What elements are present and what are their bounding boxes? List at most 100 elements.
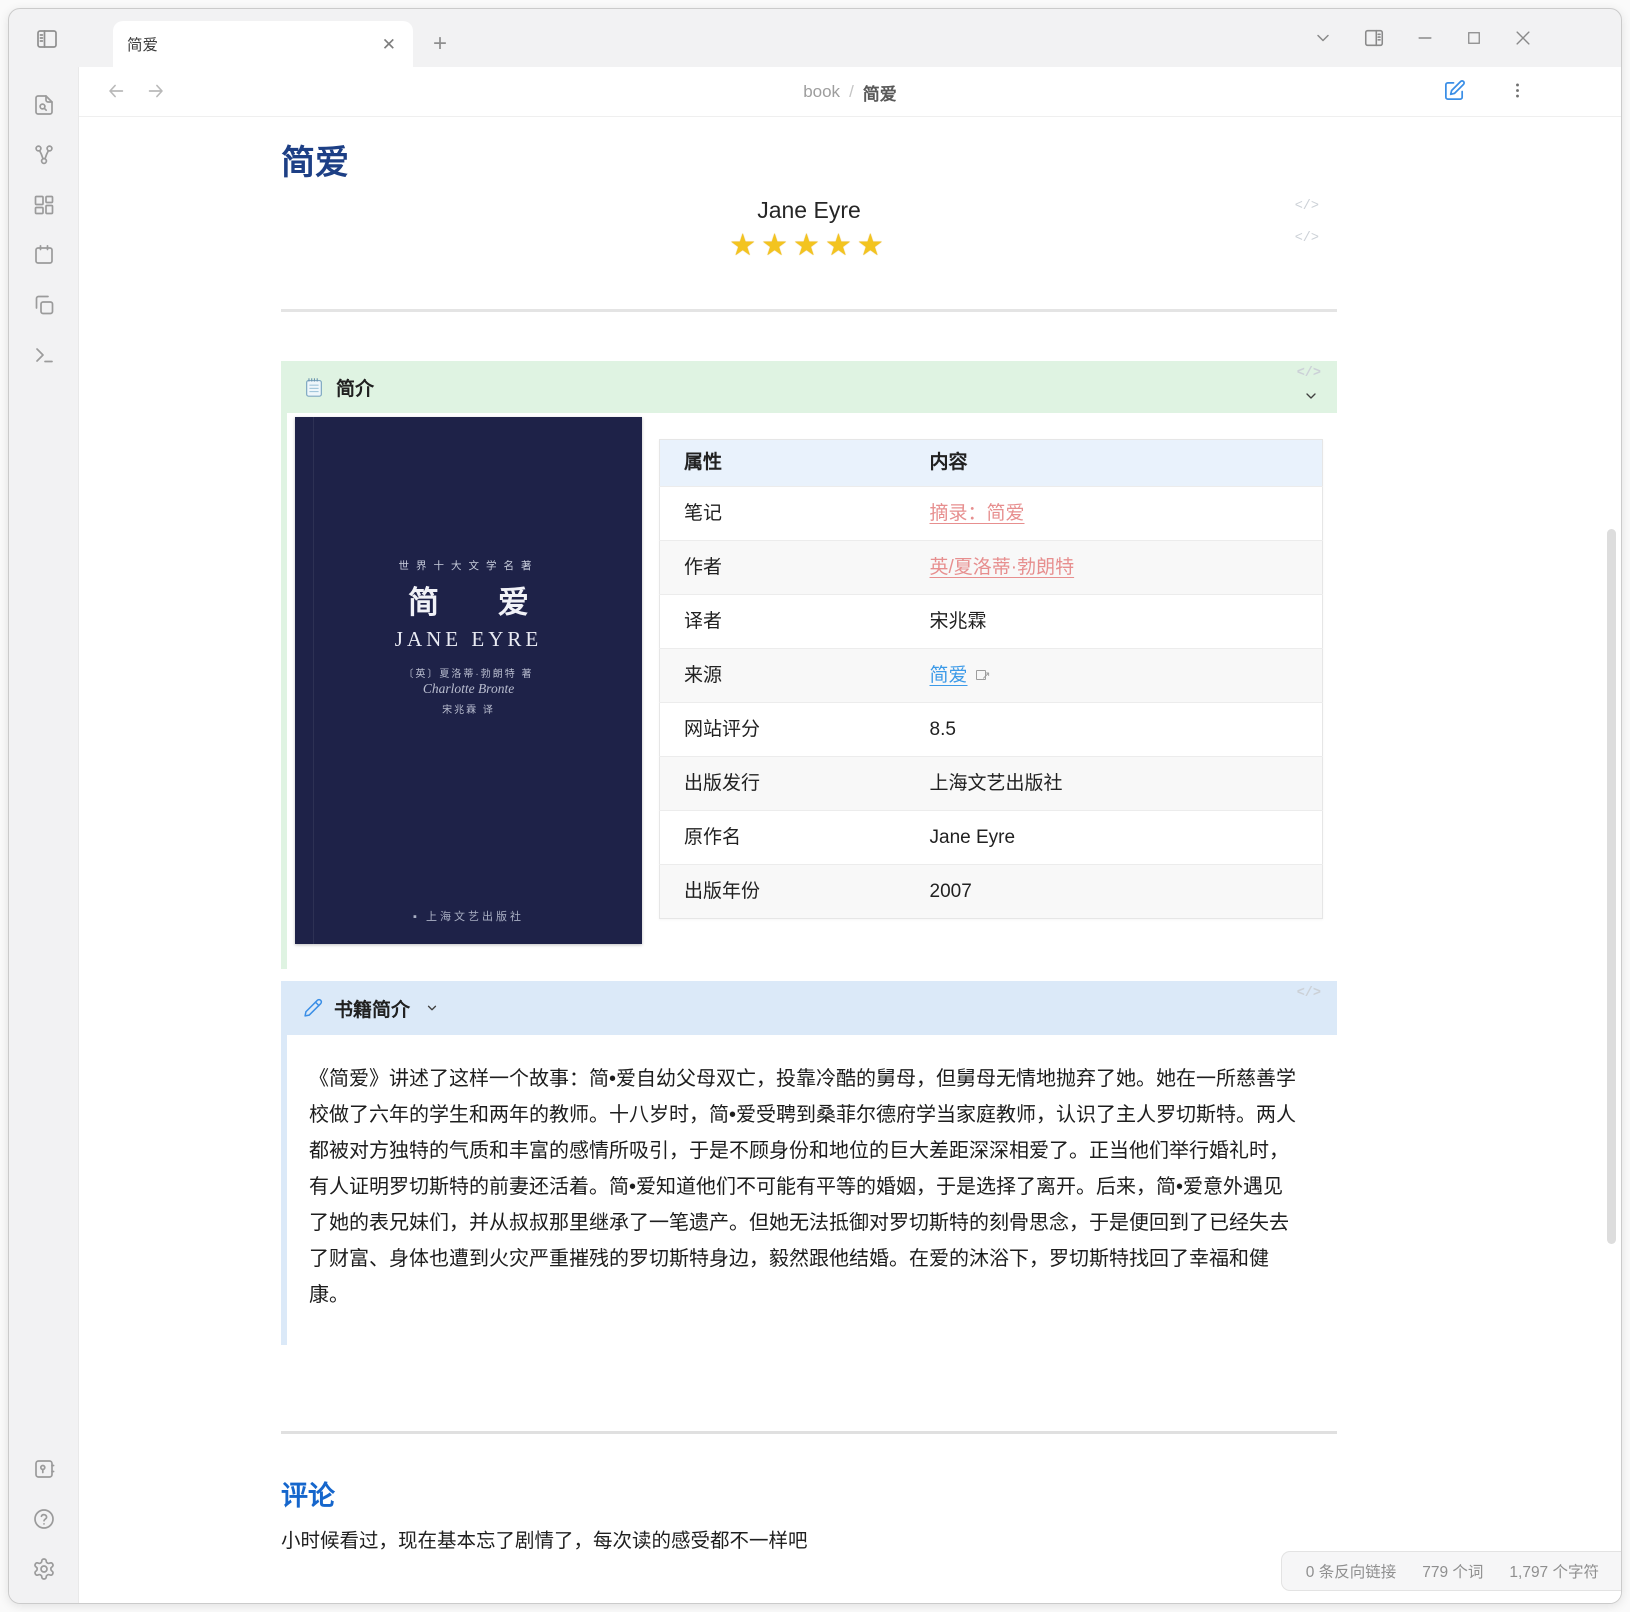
canvas-dashboard-icon[interactable]: [32, 193, 56, 217]
property-cell: 笔记: [660, 487, 906, 541]
copy-files-icon[interactable]: [32, 293, 56, 317]
cover-translator: 宋兆霖 译: [295, 701, 642, 716]
book-cover-image: 世界十大文学名著 简爱 JANE EYRE 〔英〕夏洛蒂·勃朗特 著 Charl…: [295, 417, 642, 944]
table-row: 原作名Jane Eyre: [660, 811, 1323, 865]
breadcrumb-current[interactable]: 简爱: [863, 80, 897, 105]
graph-view-icon[interactable]: [32, 143, 56, 167]
external-link-icon: [976, 670, 986, 680]
star-icon: ★: [761, 229, 793, 262]
cover-author-cn: 〔英〕夏洛蒂·勃朗特 著: [295, 665, 642, 680]
note-subtitle: Jane Eyre: [281, 195, 1337, 225]
left-ribbon: [9, 67, 79, 1603]
edit-block-button[interactable]: </>: [1297, 986, 1321, 1001]
book-description-text: 《简爱》讲述了这样一个故事：简•爱自幼父母双亡，投靠冷酷的舅母，但舅母无情地抛弃…: [309, 1068, 1296, 1306]
page-title: 简爱: [281, 141, 1337, 185]
window-close-button[interactable]: [1513, 28, 1533, 48]
divider: [281, 309, 1337, 312]
right-sidebar-toggle-icon[interactable]: [1363, 27, 1385, 49]
property-cell: 作者: [660, 541, 906, 595]
search-file-icon[interactable]: [32, 93, 56, 117]
property-cell: 原作名: [660, 811, 906, 865]
rating-stars: ★★★★★: [281, 227, 1337, 265]
internal-link[interactable]: 英/夏洛蒂·勃朗特: [930, 557, 1075, 578]
note-content: 简爱 Jane Eyre </> ★★★★★ </> 简介: [79, 117, 1621, 1603]
infobox-header-cell: 属性: [660, 440, 906, 487]
edit-block-button[interactable]: </>: [1297, 366, 1321, 381]
value-cell: 上海文艺出版社: [906, 757, 1323, 811]
breadcrumb-folder[interactable]: book: [803, 82, 840, 102]
settings-gear-icon[interactable]: [32, 1557, 56, 1581]
cover-title-en: JANE EYRE: [295, 627, 642, 652]
comments-heading: 评论: [281, 1478, 1337, 1514]
tab-list-chevron-icon[interactable]: [1313, 28, 1333, 48]
value-cell: 2007: [906, 865, 1323, 919]
cover-author-en: Charlotte Bronte: [295, 681, 642, 697]
chevron-down-icon[interactable]: [1303, 388, 1319, 404]
tab-active[interactable]: 简爱 ✕: [113, 21, 413, 67]
window-minimize-button[interactable]: [1415, 28, 1435, 48]
chevron-down-icon[interactable]: [425, 1001, 439, 1015]
summary-callout-title: 简介: [336, 374, 374, 401]
window-maximize-button[interactable]: [1465, 29, 1483, 47]
table-row: 网站评分8.5: [660, 703, 1323, 757]
property-cell: 出版年份: [660, 865, 906, 919]
property-cell: 来源: [660, 649, 906, 703]
value-cell: 8.5: [906, 703, 1323, 757]
divider: [281, 1431, 1337, 1434]
value-cell: 简爱: [906, 649, 1323, 703]
cover-publisher: ▪ 上海文艺出版社: [295, 908, 642, 924]
help-icon[interactable]: [32, 1507, 56, 1531]
breadcrumb: book / 简爱: [79, 67, 1621, 117]
vertical-scrollbar[interactable]: [1607, 529, 1616, 1244]
table-row: 译者宋兆霖: [660, 595, 1323, 649]
external-link[interactable]: 简爱: [930, 665, 968, 686]
edit-block-button[interactable]: </>: [1295, 231, 1319, 246]
table-row: 来源 简爱: [660, 649, 1323, 703]
status-bar: 0 条反向链接 779 个词 1,797 个字符: [1281, 1551, 1621, 1591]
property-cell: 网站评分: [660, 703, 906, 757]
tab-title: 简爱: [127, 33, 379, 55]
table-row: 出版发行上海文艺出版社: [660, 757, 1323, 811]
intro-callout-header[interactable]: 书籍简介 </>: [281, 981, 1337, 1035]
star-icon: ★: [825, 229, 857, 262]
backlinks-count[interactable]: 0 条反向链接: [1306, 1560, 1396, 1582]
main-pane: book / 简爱 简爱 Jane Eyre </>: [79, 67, 1621, 1603]
table-row: 出版年份2007: [660, 865, 1323, 919]
value-cell: 摘录：简爱: [906, 487, 1323, 541]
calendar-icon[interactable]: [32, 243, 56, 267]
left-sidebar-toggle-icon[interactable]: [35, 27, 59, 51]
comment-text: 小时候看过，现在基本忘了剧情了，每次读的感受都不一样吧: [281, 1526, 1337, 1556]
internal-link[interactable]: 摘录：简爱: [930, 503, 1025, 524]
value-cell: 宋兆霖: [906, 595, 1323, 649]
value-cell: Jane Eyre: [906, 811, 1323, 865]
tab-bar: 简爱 ✕ +: [9, 9, 1621, 67]
intro-callout-title: 书籍简介: [334, 995, 410, 1022]
table-row: 作者 英/夏洛蒂·勃朗特: [660, 541, 1323, 595]
edit-block-button[interactable]: </>: [1295, 199, 1319, 214]
edit-mode-toggle-icon[interactable]: [1443, 79, 1466, 102]
view-header: book / 简爱: [79, 67, 1621, 117]
new-tab-button[interactable]: +: [433, 35, 447, 53]
infobox-header-row: 属性内容: [660, 440, 1323, 487]
pencil-icon: [303, 998, 323, 1018]
tab-close-icon[interactable]: ✕: [379, 33, 399, 56]
character-count: 1,797 个字符: [1509, 1560, 1599, 1582]
summary-callout-header[interactable]: 简介 </>: [281, 361, 1337, 413]
cover-series-text: 世界十大文学名著: [295, 558, 642, 573]
summary-callout-body: 世界十大文学名著 简爱 JANE EYRE 〔英〕夏洛蒂·勃朗特 著 Charl…: [281, 413, 1337, 969]
summary-callout: 简介 </> 世界十大文学名著 简爱 JANE EYRE 〔英〕夏洛蒂·勃朗特: [281, 361, 1337, 969]
intro-callout-body: 《简爱》讲述了这样一个故事：简•爱自幼父母双亡，投靠冷酷的舅母，但舅母无情地抛弃…: [281, 1035, 1337, 1345]
notepad-icon: [303, 376, 325, 398]
book-info-table: 属性内容 笔记摘录：简爱作者英/夏洛蒂·勃朗特译者宋兆霖来源简爱网站评分8.5出…: [659, 439, 1323, 919]
word-count: 779 个词: [1422, 1560, 1483, 1582]
infobox-header-cell: 内容: [906, 440, 1323, 487]
terminal-icon[interactable]: [32, 343, 56, 367]
star-icon: ★: [857, 229, 889, 262]
star-icon: ★: [729, 229, 761, 262]
more-options-icon[interactable]: [1508, 81, 1527, 100]
app-window: 简爱 ✕ +: [8, 8, 1622, 1604]
infobox-body: 笔记 摘录：简爱作者 英/夏洛蒂·勃朗特译者宋兆霖来源 简爱网站评分8.5出版发行上海…: [660, 487, 1323, 919]
value-cell: 英/夏洛蒂·勃朗特: [906, 541, 1323, 595]
vault-icon[interactable]: [32, 1457, 56, 1481]
breadcrumb-separator: /: [849, 82, 854, 102]
